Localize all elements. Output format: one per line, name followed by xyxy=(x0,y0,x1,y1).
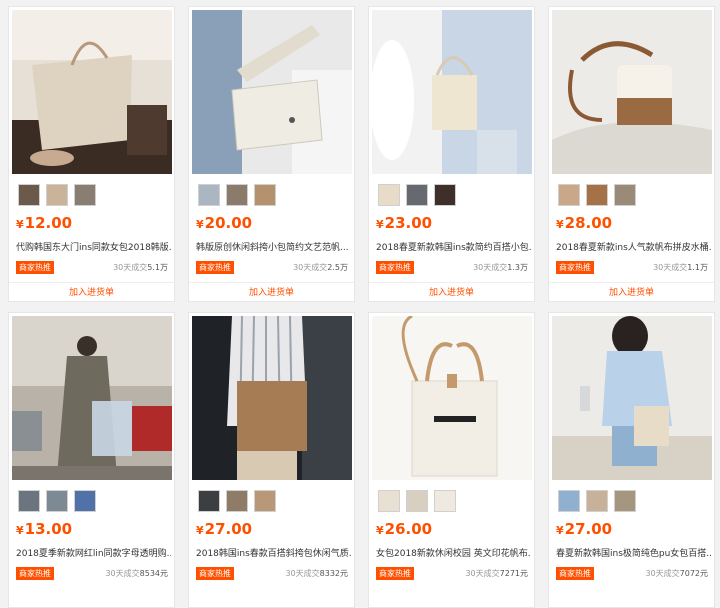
add-to-list-button[interactable]: 加入进货单 xyxy=(189,287,354,299)
product-card[interactable]: ¥27.00 春夏新款韩国ins极简纯色pu女包百搭... 商家热推 30天成交… xyxy=(548,312,715,608)
color-thumbnail[interactable] xyxy=(46,490,68,512)
hot-badge: 商家热推 xyxy=(556,567,594,580)
color-thumbnail[interactable] xyxy=(434,184,456,206)
color-thumbnail[interactable] xyxy=(586,184,608,206)
add-to-list-button[interactable]: 加入进货单 xyxy=(549,287,714,299)
color-thumbnail[interactable] xyxy=(198,490,220,512)
divider xyxy=(549,282,714,283)
price: ¥27.00 xyxy=(556,520,613,538)
color-thumbnail[interactable] xyxy=(558,490,580,512)
add-to-list-button[interactable]: 加入进货单 xyxy=(369,287,534,299)
price: ¥12.00 xyxy=(16,214,73,232)
product-title[interactable]: 代购韩国东大门ins同款女包2018韩版... xyxy=(16,242,171,254)
hot-badge: 商家热推 xyxy=(196,567,234,580)
product-image[interactable] xyxy=(372,10,532,174)
color-thumbnail[interactable] xyxy=(406,490,428,512)
color-thumbnail[interactable] xyxy=(406,184,428,206)
color-thumbnail[interactable] xyxy=(254,490,276,512)
color-thumbnails xyxy=(198,184,282,208)
product-card[interactable]: ¥28.00 2018春夏新款ins人气款帆布拼皮水桶... 商家热推 30天成… xyxy=(548,6,715,302)
divider xyxy=(369,282,534,283)
sales-count: 30天成交7271元 xyxy=(465,569,528,578)
price: ¥28.00 xyxy=(556,214,613,232)
color-thumbnail[interactable] xyxy=(226,184,248,206)
product-card[interactable]: ¥13.00 2018夏季新款网红lin同款字母透明购... 商家热推 30天成… xyxy=(8,312,175,608)
hot-badge: 商家热推 xyxy=(16,261,54,274)
hot-badge: 商家热推 xyxy=(556,261,594,274)
color-thumbnail[interactable] xyxy=(226,490,248,512)
product-card[interactable]: ¥26.00 女包2018新款休闲校园 英文印花帆布... 商家热推 30天成交… xyxy=(368,312,535,608)
divider xyxy=(9,282,174,283)
product-title[interactable]: 2018夏季新款网红lin同款字母透明购... xyxy=(16,548,171,560)
divider xyxy=(189,282,354,283)
product-title[interactable]: 2018春夏新款韩国ins款简约百搭小包... xyxy=(376,242,531,254)
product-image[interactable] xyxy=(12,316,172,480)
hot-badge: 商家热推 xyxy=(196,261,234,274)
add-to-list-button[interactable]: 加入进货单 xyxy=(9,287,174,299)
product-title[interactable]: 韩版原创休闲斜挎小包简约文艺范帆... xyxy=(196,242,351,254)
color-thumbnail[interactable] xyxy=(198,184,220,206)
color-thumbnail[interactable] xyxy=(378,184,400,206)
product-card[interactable]: ¥20.00 韩版原创休闲斜挎小包简约文艺范帆... 商家热推 30天成交2.5… xyxy=(188,6,355,302)
color-thumbnails xyxy=(198,490,282,514)
color-thumbnail[interactable] xyxy=(18,184,40,206)
sales-count: 30天成交2.5万 xyxy=(293,263,348,272)
price: ¥23.00 xyxy=(376,214,433,232)
hot-badge: 商家热推 xyxy=(16,567,54,580)
color-thumbnail[interactable] xyxy=(378,490,400,512)
color-thumbnail[interactable] xyxy=(74,490,96,512)
sales-count: 30天成交1.1万 xyxy=(653,263,708,272)
hot-badge: 商家热推 xyxy=(376,261,414,274)
product-image[interactable] xyxy=(192,10,352,174)
sales-count: 30天成交5.1万 xyxy=(113,263,168,272)
sales-count: 30天成交8534元 xyxy=(105,569,168,578)
sales-count: 30天成交7072元 xyxy=(645,569,708,578)
color-thumbnails xyxy=(378,184,462,208)
color-thumbnails xyxy=(18,184,102,208)
product-image[interactable] xyxy=(552,10,712,174)
color-thumbnail[interactable] xyxy=(18,490,40,512)
color-thumbnails xyxy=(558,184,642,208)
color-thumbnail[interactable] xyxy=(434,490,456,512)
product-image[interactable] xyxy=(552,316,712,480)
product-card[interactable]: ¥12.00 代购韩国东大门ins同款女包2018韩版... 商家热推 30天成… xyxy=(8,6,175,302)
color-thumbnails xyxy=(18,490,102,514)
sales-count: 30天成交8332元 xyxy=(285,569,348,578)
color-thumbnails xyxy=(558,490,642,514)
product-card[interactable]: ¥27.00 2018韩国ins春款百搭斜挎包休闲气质... 商家热推 30天成… xyxy=(188,312,355,608)
sales-count: 30天成交1.3万 xyxy=(473,263,528,272)
product-title[interactable]: 2018韩国ins春款百搭斜挎包休闲气质... xyxy=(196,548,351,560)
product-title[interactable]: 女包2018新款休闲校园 英文印花帆布... xyxy=(376,548,531,560)
product-card[interactable]: ¥23.00 2018春夏新款韩国ins款简约百搭小包... 商家热推 30天成… xyxy=(368,6,535,302)
color-thumbnails xyxy=(378,490,462,514)
color-thumbnail[interactable] xyxy=(614,184,636,206)
price: ¥27.00 xyxy=(196,520,253,538)
color-thumbnail[interactable] xyxy=(586,490,608,512)
price: ¥26.00 xyxy=(376,520,433,538)
color-thumbnail[interactable] xyxy=(46,184,68,206)
product-title[interactable]: 2018春夏新款ins人气款帆布拼皮水桶... xyxy=(556,242,711,254)
price: ¥20.00 xyxy=(196,214,253,232)
product-image[interactable] xyxy=(12,10,172,174)
color-thumbnail[interactable] xyxy=(558,184,580,206)
product-image[interactable] xyxy=(372,316,532,480)
color-thumbnail[interactable] xyxy=(614,490,636,512)
color-thumbnail[interactable] xyxy=(74,184,96,206)
price: ¥13.00 xyxy=(16,520,73,538)
color-thumbnail[interactable] xyxy=(254,184,276,206)
product-title[interactable]: 春夏新款韩国ins极简纯色pu女包百搭... xyxy=(556,548,711,560)
hot-badge: 商家热推 xyxy=(376,567,414,580)
product-image[interactable] xyxy=(192,316,352,480)
